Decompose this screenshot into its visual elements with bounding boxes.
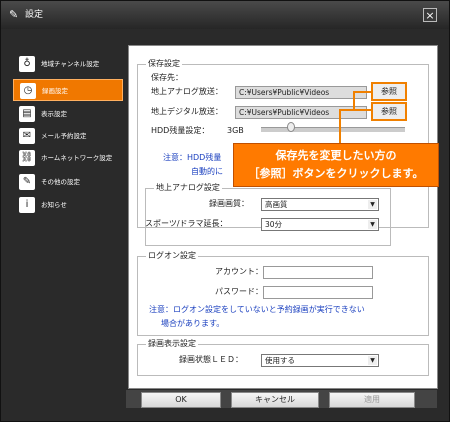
info-icon: i bbox=[19, 197, 35, 213]
extend-select[interactable]: 30分 ▼ bbox=[261, 218, 379, 231]
clock-icon: ◷ bbox=[20, 83, 36, 99]
analog-path-field[interactable]: C:¥Users¥Public¥Videos bbox=[235, 86, 367, 99]
hdd-slider-thumb[interactable] bbox=[287, 122, 295, 132]
satellite-icon: ♁ bbox=[19, 56, 35, 72]
chevron-down-icon: ▼ bbox=[368, 200, 377, 209]
callout-connector bbox=[339, 109, 371, 111]
window-title: 設定 bbox=[25, 10, 44, 20]
sidebar-item-label: 表示設定 bbox=[41, 110, 67, 118]
display-icon: ▤ bbox=[19, 106, 35, 122]
hdd-note: 注意：HDD残量 bbox=[163, 153, 222, 162]
title-bar: ✎ 設定 × bbox=[1, 1, 449, 29]
group-title: 保存設定 bbox=[146, 58, 182, 70]
sidebar-item-recording[interactable]: ◷ 録画設定 bbox=[13, 79, 123, 101]
account-label: アカウント： bbox=[215, 267, 263, 276]
sidebar-item-label: その他の設定 bbox=[41, 178, 80, 186]
extend-label: スポーツ/ドラマ延長： bbox=[145, 219, 228, 228]
group-title: ログオン設定 bbox=[146, 250, 198, 262]
network-icon: ⛓ bbox=[19, 150, 35, 166]
save-destination-label: 保存先： bbox=[151, 73, 183, 82]
hdd-remaining-value: 3GB bbox=[227, 126, 244, 135]
wrench-icon: ✎ bbox=[19, 174, 35, 190]
sidebar-item-label: ホームネットワーク設定 bbox=[41, 154, 113, 162]
led-label: 録画状態ＬＥＤ： bbox=[179, 355, 243, 364]
digital-path-label: 地上デジタル放送： bbox=[151, 107, 223, 116]
hdd-remaining-label: HDD残量設定： bbox=[151, 126, 210, 135]
mail-icon: ✉ bbox=[19, 128, 35, 144]
extend-value: 30分 bbox=[265, 220, 283, 229]
logon-note-line2: 場合があります。 bbox=[161, 319, 225, 328]
digital-path-field[interactable]: C:¥Users¥Public¥Videos bbox=[235, 106, 367, 119]
chevron-down-icon: ▼ bbox=[368, 356, 377, 365]
quality-value: 高画質 bbox=[265, 200, 288, 209]
sidebar-item-mail[interactable]: ✉ メール予約設定 bbox=[13, 125, 123, 147]
sidebar-item-home-network[interactable]: ⛓ ホームネットワーク設定 bbox=[13, 147, 123, 169]
settings-window: ✎ 設定 × ♁ 地域チャンネル設定 ◷ 録画設定 ▤ 表示設定 ✉ メール予約… bbox=[0, 0, 450, 422]
callout-line-2: ［参照］ボタンをクリックします。 bbox=[248, 167, 424, 180]
digital-browse-button[interactable]: 参照 bbox=[371, 102, 407, 121]
callout-connector bbox=[353, 91, 355, 109]
quality-label: 録画画質： bbox=[209, 199, 249, 208]
sidebar-item-label: 録画設定 bbox=[42, 87, 68, 95]
group-title: 地上アナログ設定 bbox=[154, 182, 222, 194]
sidebar-item-notice[interactable]: i お知らせ bbox=[13, 194, 123, 216]
close-icon: × bbox=[425, 9, 435, 22]
led-select[interactable]: 使用する ▼ bbox=[261, 354, 379, 367]
callout-connector bbox=[339, 109, 341, 143]
quality-select[interactable]: 高画質 ▼ bbox=[261, 198, 379, 211]
password-label: パスワード： bbox=[215, 287, 263, 296]
sidebar-item-other[interactable]: ✎ その他の設定 bbox=[13, 171, 123, 193]
chevron-down-icon: ▼ bbox=[368, 220, 377, 229]
cancel-button[interactable]: キャンセル bbox=[231, 392, 319, 408]
callout-connector bbox=[353, 91, 371, 93]
group-title: 録画表示設定 bbox=[146, 338, 198, 350]
analog-settings-group: 地上アナログ設定 bbox=[145, 182, 391, 246]
hdd-slider-track[interactable] bbox=[261, 127, 405, 132]
sidebar-item-label: メール予約設定 bbox=[41, 132, 87, 140]
callout-line-1: 保存先を変更したい方の bbox=[275, 149, 397, 162]
led-value: 使用する bbox=[265, 356, 295, 365]
logon-note: 注意：ログオン設定をしていないと予約録画が実行できない bbox=[149, 305, 365, 314]
account-field[interactable] bbox=[263, 266, 373, 279]
sidebar-item-label: お知らせ bbox=[41, 201, 67, 209]
instruction-callout: 保存先を変更したい方の ［参照］ボタンをクリックします。 bbox=[233, 143, 439, 187]
password-field[interactable] bbox=[263, 286, 373, 299]
hdd-note-line2: 自動的に bbox=[191, 167, 223, 176]
apply-button[interactable]: 適用 bbox=[329, 392, 415, 408]
wrench-icon: ✎ bbox=[9, 8, 19, 21]
sidebar-item-display[interactable]: ▤ 表示設定 bbox=[13, 103, 123, 125]
analog-path-label: 地上アナログ放送： bbox=[151, 87, 223, 96]
sidebar-item-region-channel[interactable]: ♁ 地域チャンネル設定 bbox=[13, 53, 123, 75]
sidebar-item-label: 地域チャンネル設定 bbox=[41, 60, 100, 68]
analog-browse-button[interactable]: 参照 bbox=[371, 82, 407, 101]
close-button[interactable]: × bbox=[423, 8, 437, 22]
ok-button[interactable]: OK bbox=[141, 392, 221, 408]
